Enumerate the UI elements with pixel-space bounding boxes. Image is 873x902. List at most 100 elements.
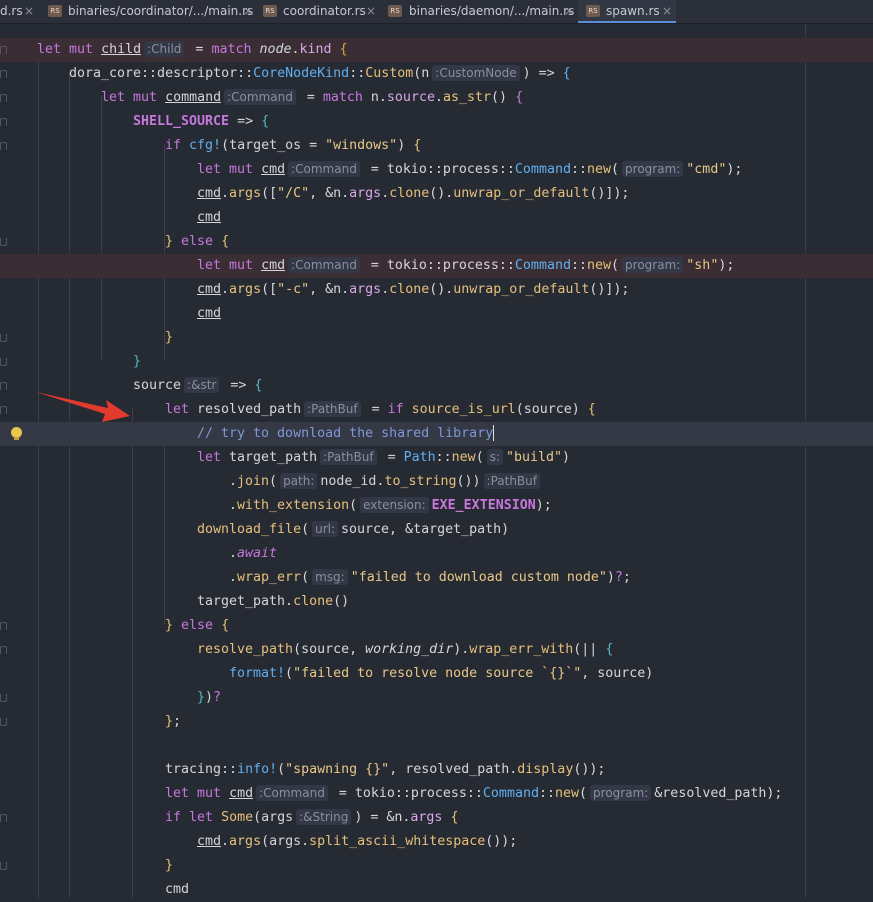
fold-icon[interactable] bbox=[0, 70, 7, 78]
fold-icon[interactable] bbox=[0, 814, 7, 822]
string-literal: "failed to download custom node" bbox=[350, 570, 607, 585]
tab-label: coordinator.rs bbox=[283, 4, 366, 18]
code-line: resolve_path(source, working_dir).wrap_e… bbox=[0, 638, 873, 662]
inlay-hint: :&str bbox=[184, 377, 220, 393]
string-literal: "failed to resolve node source `{}`" bbox=[293, 666, 582, 681]
inlay-hint: :Child bbox=[144, 41, 185, 57]
code-line: }; bbox=[0, 710, 873, 734]
text-caret bbox=[493, 425, 495, 441]
lightbulb-icon[interactable] bbox=[11, 427, 22, 440]
fold-icon[interactable] bbox=[0, 622, 7, 630]
code-line: } else { bbox=[0, 230, 873, 254]
inlay-hint: program: bbox=[622, 161, 684, 177]
code-line: target_path.clone() bbox=[197, 594, 350, 609]
fold-icon[interactable] bbox=[0, 334, 7, 342]
tab-daemon-main-rs[interactable]: RS binaries/daemon/.../main.rs × bbox=[381, 0, 577, 23]
editor-tab-bar: d.rs × RS binaries/coordinator/.../main.… bbox=[0, 0, 873, 24]
inlay-hint: :CustomNode bbox=[432, 65, 520, 81]
string-literal: "build" bbox=[506, 450, 563, 465]
tab-d-rs[interactable]: d.rs × bbox=[0, 0, 42, 23]
tab-close-icon[interactable]: × bbox=[24, 0, 34, 22]
code-line: if cfg!(target_os = "windows") { bbox=[0, 134, 873, 158]
code-line: })? bbox=[0, 686, 873, 710]
code-line: SHELL_SOURCE => { bbox=[0, 110, 873, 134]
inlay-hint: s: bbox=[486, 449, 503, 465]
code-comment: // try to download the shared library bbox=[197, 426, 494, 441]
code-line: .with_extension(extension: EXE_EXTENSION)… bbox=[229, 497, 552, 513]
inlay-hint: :&String bbox=[296, 809, 352, 825]
tab-close-icon[interactable]: × bbox=[564, 0, 574, 22]
inlay-hint: program: bbox=[622, 257, 684, 273]
code-line: .join(path: node_id.to_string()):PathBuf bbox=[0, 470, 873, 494]
code-line: download_file(url: source, &target_path) bbox=[197, 521, 510, 537]
fold-icon[interactable] bbox=[0, 142, 7, 150]
inlay-hint: :Command bbox=[256, 785, 328, 801]
code-line: let mut cmd:Command = tokio::process::Co… bbox=[197, 161, 743, 177]
fold-icon[interactable] bbox=[0, 118, 7, 126]
tab-label: binaries/coordinator/.../main.rs bbox=[68, 4, 254, 18]
code-line: cmd.args(["-c", &n.args.clone().unwrap_o… bbox=[197, 282, 630, 297]
code-line: let target_path:PathBuf = Path::new(s: "b… bbox=[197, 449, 571, 465]
inlay-hint: :Command bbox=[224, 89, 296, 105]
code-line: cmd.args(["/C", &n.args.clone().unwrap_o… bbox=[197, 186, 630, 201]
tab-coordinator-main-rs[interactable]: RS binaries/coordinator/.../main.rs × bbox=[43, 0, 255, 23]
code-line-current: // try to download the shared library bbox=[0, 422, 873, 446]
fold-icon[interactable] bbox=[0, 382, 7, 390]
code-line: format!("failed to resolve node source `… bbox=[229, 666, 654, 681]
tab-coordinator-rs[interactable]: RS coordinator.rs × bbox=[256, 0, 380, 23]
fold-icon[interactable] bbox=[0, 238, 7, 246]
code-line: cmd bbox=[197, 306, 222, 321]
inlay-hint: path: bbox=[280, 473, 318, 489]
code-line: let mut child:Child = match node.kind { bbox=[0, 38, 873, 62]
code-line: cmd.args(args.split_ascii_whitespace()); bbox=[197, 834, 518, 849]
code-line: tracing::info!("spawning {}", resolved_p… bbox=[165, 762, 606, 777]
code-line: cmd bbox=[165, 882, 190, 897]
string-literal: "sh" bbox=[686, 258, 719, 273]
fold-icon[interactable] bbox=[0, 94, 7, 102]
inlay-hint: url: bbox=[312, 521, 339, 537]
code-line: if let Some(args:&String) = &n.args { bbox=[0, 806, 873, 830]
code-line: } bbox=[0, 854, 873, 878]
code-line: .await bbox=[229, 546, 278, 561]
inlay-hint: msg: bbox=[312, 569, 348, 585]
annotation-arrow-icon bbox=[36, 392, 130, 422]
rust-file-icon: RS bbox=[586, 5, 600, 17]
inlay-hint: :PathBuf bbox=[320, 449, 377, 465]
code-line: let mut cmd:Command = tokio::process::Co… bbox=[165, 785, 783, 801]
string-literal: "windows" bbox=[325, 138, 398, 153]
fold-icon[interactable] bbox=[0, 718, 7, 726]
inlay-hint: :PathBuf bbox=[304, 401, 361, 417]
tab-close-icon[interactable]: × bbox=[662, 0, 672, 22]
rust-file-icon: RS bbox=[388, 5, 402, 17]
inlay-hint: extension: bbox=[360, 497, 429, 513]
inlay-hint: :PathBuf bbox=[483, 473, 540, 489]
tab-label: spawn.rs bbox=[606, 4, 660, 18]
string-literal: "-c" bbox=[277, 282, 310, 297]
fold-icon[interactable] bbox=[0, 646, 7, 654]
fold-icon[interactable] bbox=[0, 694, 7, 702]
tab-spawn-rs[interactable]: RS spawn.rs × bbox=[578, 0, 676, 23]
inlay-hint: :Command bbox=[288, 257, 360, 273]
fold-icon[interactable] bbox=[0, 406, 7, 414]
code-line: } else { bbox=[0, 614, 873, 638]
fold-icon[interactable] bbox=[0, 862, 7, 870]
code-line: let mut command:Command = match n.source… bbox=[0, 86, 873, 110]
rust-file-icon: RS bbox=[48, 5, 62, 17]
tab-label: binaries/daemon/.../main.rs bbox=[409, 4, 575, 18]
tab-close-icon[interactable]: × bbox=[366, 0, 376, 22]
string-literal: "cmd" bbox=[686, 162, 727, 177]
fold-icon[interactable] bbox=[0, 46, 7, 54]
code-line: let mut cmd:Command = tokio::process::Co… bbox=[0, 254, 873, 278]
string-literal: "/C" bbox=[277, 186, 310, 201]
code-line: } bbox=[0, 350, 873, 374]
code-line: dora_core::descriptor::CoreNodeKind::Cus… bbox=[0, 62, 873, 86]
code-editor[interactable]: let mut child:Child = match node.kind { … bbox=[0, 24, 873, 898]
code-line: cmd bbox=[197, 210, 222, 225]
string-literal: "spawning {}" bbox=[285, 762, 390, 777]
code-line: .wrap_err(msg: "failed to download custom… bbox=[229, 569, 631, 585]
fold-icon[interactable] bbox=[0, 358, 7, 366]
inlay-hint: :Command bbox=[288, 161, 360, 177]
tab-close-icon[interactable]: × bbox=[243, 0, 253, 22]
rust-file-icon: RS bbox=[263, 5, 277, 17]
tab-label: d.rs bbox=[0, 4, 23, 18]
